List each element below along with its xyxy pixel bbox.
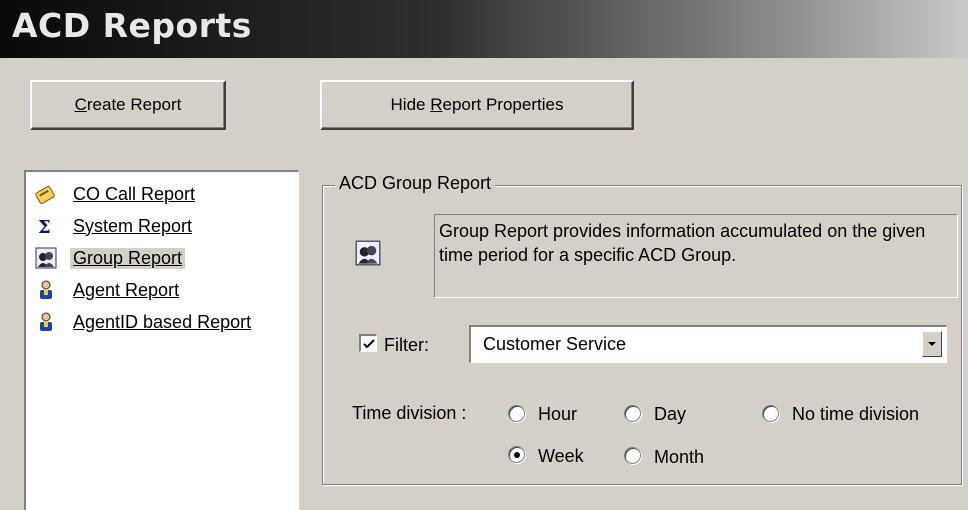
radio-week[interactable] bbox=[508, 446, 525, 463]
list-item-group-report[interactable]: Group Report bbox=[34, 244, 186, 272]
radio-no-time-division-label[interactable]: No time division bbox=[792, 404, 919, 425]
radio-hour[interactable] bbox=[508, 405, 525, 422]
group-icon bbox=[355, 240, 381, 266]
list-item-agent-report[interactable]: Agent Report bbox=[34, 276, 182, 304]
filter-select-value: Customer Service bbox=[483, 334, 627, 354]
hide-report-properties-label: Hide Report Properties bbox=[390, 95, 564, 114]
create-report-label: Create Report bbox=[74, 95, 182, 114]
radio-week-label[interactable]: Week bbox=[538, 446, 584, 467]
svg-text:Σ: Σ bbox=[38, 217, 51, 237]
window-title: ACD Reports bbox=[12, 6, 252, 45]
group-icon bbox=[34, 246, 58, 270]
check-icon bbox=[362, 338, 375, 348]
filter-select[interactable]: Customer Service bbox=[469, 325, 947, 363]
create-report-button[interactable]: Create Report bbox=[30, 80, 226, 130]
radio-no-time-division[interactable] bbox=[762, 405, 779, 422]
agent-icon bbox=[34, 310, 58, 334]
report-list[interactable]: CO Call Report Σ System Report Group Rep… bbox=[24, 170, 299, 510]
report-description: Group Report provides information accumu… bbox=[434, 214, 958, 298]
chevron-down-icon[interactable] bbox=[922, 331, 942, 357]
filter-label: Filter: bbox=[384, 335, 429, 355]
radio-day-label[interactable]: Day bbox=[654, 404, 686, 425]
radio-day[interactable] bbox=[624, 405, 641, 422]
filter-checkbox[interactable] bbox=[359, 334, 377, 352]
radio-selected-dot bbox=[513, 451, 520, 458]
sigma-icon: Σ bbox=[34, 214, 58, 238]
title-bar: ACD Reports bbox=[0, 0, 968, 58]
radio-month-label[interactable]: Month bbox=[654, 447, 704, 468]
time-division-label: Time division : bbox=[352, 403, 467, 423]
report-properties-legend: ACD Group Report bbox=[335, 173, 496, 194]
list-item-system-report[interactable]: Σ System Report bbox=[34, 212, 195, 240]
phone-note-icon bbox=[34, 182, 58, 206]
radio-hour-label[interactable]: Hour bbox=[538, 404, 577, 425]
list-item-co-call-report[interactable]: CO Call Report bbox=[34, 180, 198, 208]
list-item-agentid-based-report[interactable]: AgentID based Report bbox=[34, 308, 254, 336]
agent-icon bbox=[34, 278, 58, 302]
hide-report-properties-button[interactable]: Hide Report Properties bbox=[320, 80, 634, 130]
radio-month[interactable] bbox=[624, 447, 641, 464]
